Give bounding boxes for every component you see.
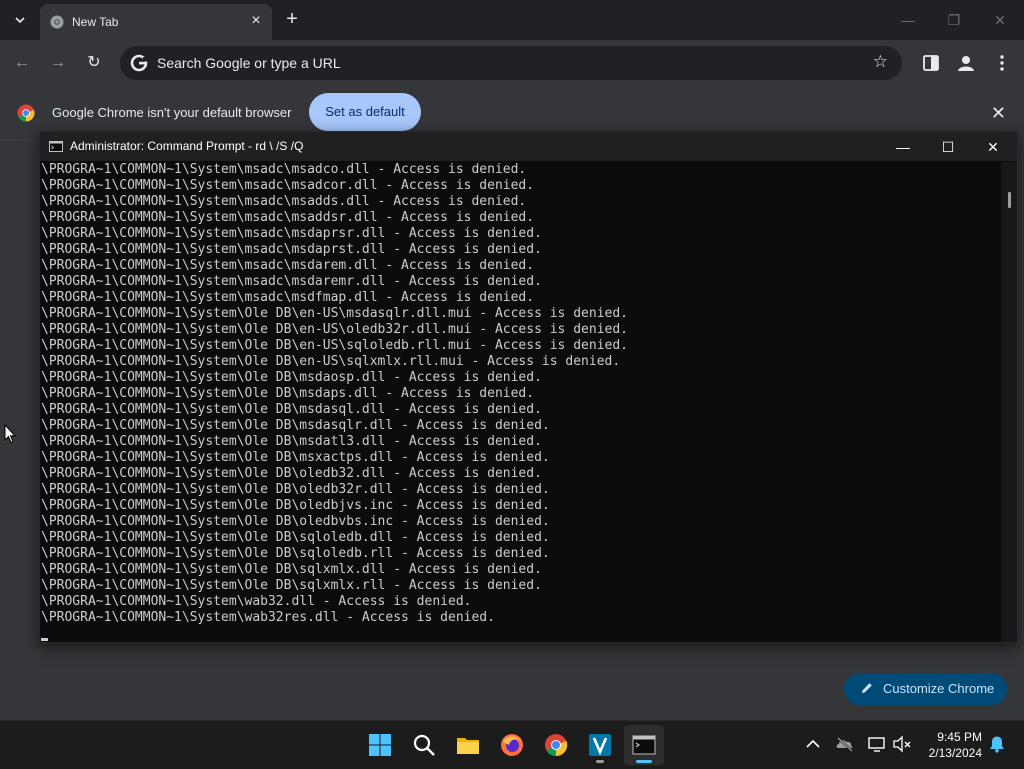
network-icon[interactable] [867,734,887,754]
taskbar-active-indicator [636,760,652,763]
console-line: \PROGRA~1\COMMON~1\System\Ole DB\sqlxmlx… [41,562,542,577]
console-line: \PROGRA~1\COMMON~1\System\Ole DB\sqlxmlx… [41,578,542,593]
terminal-icon [632,735,656,755]
restore-icon[interactable]: ❐ [944,10,964,30]
omnibox-placeholder: Search Google or type a URL [157,55,341,71]
pencil-icon [862,683,872,693]
forward-button[interactable]: → [46,51,70,75]
cmd-app-icon [49,141,63,152]
console-line: \PROGRA~1\COMMON~1\System\Ole DB\oledbjv… [41,498,550,513]
customize-chrome-label: Customize Chrome [883,681,995,696]
volume-muted-icon[interactable] [892,734,912,754]
console-line: \PROGRA~1\COMMON~1\System\msadc\msadds.d… [41,194,527,209]
chrome-icon [545,734,568,757]
chrome-logo-icon [17,104,35,122]
firefox-icon [501,734,523,756]
notification-bell-icon[interactable] [988,735,1006,753]
infobar-close-icon[interactable]: ✕ [991,103,1006,124]
more-menu-icon[interactable] [991,52,1013,74]
cmd-minimize-icon[interactable]: — [883,136,923,158]
console-line: \PROGRA~1\COMMON~1\System\msadc\msdarem.… [41,258,535,273]
clock-time: 9:45 PM [937,730,982,744]
infobar-message: Google Chrome isn't your default browser [52,105,292,120]
console-line: \PROGRA~1\COMMON~1\System\Ole DB\en-US\o… [41,322,628,337]
folder-icon [457,738,479,754]
back-button[interactable]: ← [10,51,34,75]
taskbar-search-button[interactable] [404,725,444,765]
console-line: \PROGRA~1\COMMON~1\System\Ole DB\en-US\m… [41,306,628,321]
console-line: \PROGRA~1\COMMON~1\System\Ole DB\msdasql… [41,402,542,417]
windows-logo-icon [369,734,391,756]
console-line: \PROGRA~1\COMMON~1\System\Ole DB\oledb32… [41,482,550,497]
console-line: \PROGRA~1\COMMON~1\System\msadc\msdaprsr… [41,226,542,241]
console-line: \PROGRA~1\COMMON~1\System\Ole DB\msdaps.… [41,386,535,401]
minimize-icon[interactable]: — [898,10,918,30]
chevron-down-icon [15,17,25,23]
taskbar: 9:45 PM 2/13/2024 [0,720,1024,769]
mouse-cursor-icon [4,424,16,444]
profile-icon[interactable] [955,52,977,74]
reload-button[interactable]: ↻ [82,51,106,75]
tab-title: New Tab [72,15,119,29]
cmd-scrollbar-thumb[interactable] [1008,192,1011,208]
console-line: \PROGRA~1\COMMON~1\System\Ole DB\oledb32… [41,466,542,481]
console-line: \PROGRA~1\COMMON~1\System\msadc\msdfmap.… [41,290,535,305]
console-line: \PROGRA~1\COMMON~1\System\msadc\msaddsr.… [41,210,535,225]
onedrive-icon[interactable] [835,734,855,754]
console-line: \PROGRA~1\COMMON~1\System\Ole DB\en-US\s… [41,354,621,369]
show-hidden-icons-chevron-icon[interactable] [803,734,823,754]
console-output[interactable]: \PROGRA~1\COMMON~1\System\msadc\msadco.d… [41,162,999,642]
search-icon [413,734,435,756]
tab-search-button[interactable] [8,8,32,32]
taskbar-v-app[interactable] [580,725,620,765]
chrome-favicon-icon [50,15,64,29]
set-as-default-button[interactable]: Set as default [309,93,421,131]
console-line: \PROGRA~1\COMMON~1\System\Ole DB\sqloled… [41,546,550,561]
taskbar-chrome[interactable] [536,725,576,765]
console-line: \PROGRA~1\COMMON~1\System\Ole DB\msxactp… [41,450,550,465]
tab-close-icon[interactable]: × [248,13,264,29]
cmd-scrollbar[interactable] [1001,162,1017,642]
tab-new-tab[interactable]: New Tab × [40,4,272,40]
console-line: \PROGRA~1\COMMON~1\System\msadc\msdaprst… [41,242,542,257]
cmd-title-bar[interactable]: Administrator: Command Prompt - rd \ /S … [40,132,1017,161]
console-line: \PROGRA~1\COMMON~1\System\wab32res.dll -… [41,610,495,625]
console-line: \PROGRA~1\COMMON~1\System\wab32.dll - Ac… [41,594,472,609]
cmd-maximize-icon[interactable]: ☐ [928,136,968,158]
side-panel-icon[interactable] [920,52,942,74]
console-line: \PROGRA~1\COMMON~1\System\msadc\msdaremr… [41,274,542,289]
console-line: \PROGRA~1\COMMON~1\System\msadc\msadcor.… [41,178,535,193]
omnibox[interactable]: Search Google or type a URL ☆ [120,46,902,80]
taskbar-clock[interactable]: 9:45 PM 2/13/2024 [916,729,982,761]
console-line: \PROGRA~1\COMMON~1\System\Ole DB\msdaosp… [41,370,542,385]
console-line: \PROGRA~1\COMMON~1\System\msadc\msadco.d… [41,162,527,177]
console-line: \PROGRA~1\COMMON~1\System\Ole DB\en-US\s… [41,338,628,353]
close-window-icon[interactable]: ✕ [990,10,1010,30]
taskbar-file-explorer[interactable] [448,725,488,765]
cmd-title-text: Administrator: Command Prompt - rd \ /S … [70,139,304,153]
tab-strip: New Tab × + — ❐ ✕ [0,0,1024,40]
taskbar-start-button[interactable] [360,725,400,765]
taskbar-command-prompt[interactable] [624,725,664,765]
console-line: \PROGRA~1\COMMON~1\System\Ole DB\sqloled… [41,530,550,545]
console-line: \PROGRA~1\COMMON~1\System\Ole DB\oledbvb… [41,514,550,529]
customize-chrome-button[interactable]: Customize Chrome [844,673,1007,705]
console-line: \PROGRA~1\COMMON~1\System\Ole DB\msdasql… [41,418,550,433]
clock-date: 2/13/2024 [928,746,982,760]
bookmark-star-icon[interactable]: ☆ [873,52,888,72]
console-cursor [41,638,48,641]
command-prompt-window[interactable]: Administrator: Command Prompt - rd \ /S … [39,131,1018,643]
new-tab-button[interactable]: + [282,9,302,29]
console-line: \PROGRA~1\COMMON~1\System\Ole DB\msdatl3… [41,434,542,449]
taskbar-firefox[interactable] [492,725,532,765]
browser-toolbar: ← → ↻ Search Google or type a URL ☆ [0,40,1024,86]
cmd-close-icon[interactable]: ✕ [973,136,1013,158]
taskbar-running-indicator [596,760,604,763]
v-app-icon [589,734,611,756]
google-g-icon [130,54,148,72]
